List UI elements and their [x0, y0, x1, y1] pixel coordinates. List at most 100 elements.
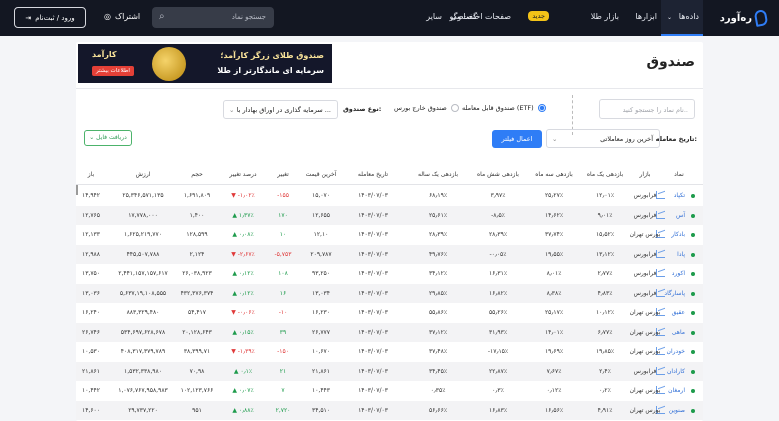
status-dot — [691, 408, 695, 413]
radio-etf[interactable]: صندوق قابل معامله (ETF) — [462, 104, 546, 112]
cell-price: ۱۰,۶۷۰ — [311, 348, 331, 355]
table-row[interactable]: پادا فرابورس ۱۳٫۱۲٪ ۱۹٫۵۵٪ -۰٫۰۵٪ ۴۹٫۷۶٪ ۱۴۰۳/… — [76, 244, 703, 264]
cell-market: فرابورس — [633, 250, 657, 258]
radio-otc-dot[interactable] — [450, 104, 459, 112]
subscription-label: اشتراک — [114, 12, 141, 21]
cell-volume: ۷۰,۹۸ — [189, 367, 205, 375]
nav-item-data[interactable]: داده‌ها — [679, 12, 699, 21]
column-header-2[interactable]: بازدهی یک ماه — [587, 171, 623, 178]
cell-m1: ۴٫۸۳٪ — [597, 289, 613, 297]
column-header-6[interactable]: تاریخ معامله — [358, 171, 388, 178]
symbol-link[interactable]: تکپاد — [674, 192, 685, 199]
cell-m6: ۰٫۳٪ — [492, 387, 504, 394]
table-row[interactable]: ماهی بورس تهران ۶٫۷۷٪ ۱۴٫۰۱٪ ۳۱٫۹۳٪ ۳۷٫۱۲٪ ۱۴۰… — [76, 322, 703, 342]
symbol-link[interactable]: صنوین — [669, 407, 685, 414]
cell-open: ۱۰,۴۴۲ — [81, 387, 101, 394]
cell-m3: ۰٫۱۲٪ — [546, 387, 562, 394]
column-header-7[interactable]: آخرین قیمت — [306, 171, 337, 178]
login-button[interactable]: ⇥ ورود / ثبت‌نام — [14, 7, 86, 28]
column-header-4[interactable]: بازدهی شش ماه — [477, 171, 519, 178]
chart-icon[interactable] — [656, 210, 665, 219]
cell-value: ۵,۶۳۷,۱۹,۱۰۸,۵۵۵ — [119, 289, 167, 297]
cell-y1: ۲۵٫۶۱٪ — [428, 211, 448, 219]
cell-open: ۱۴,۶۰۰ — [81, 406, 101, 414]
symbol-link[interactable]: اکورد — [672, 270, 685, 277]
cell-m6: ۳۱٫۹۳٪ — [488, 328, 508, 336]
table-row[interactable]: اکورد فرابورس ۲٫۷۷٪ ۸٫۰۱٪ ۱۶٫۳۱٪ ۳۴٫۱۲٪ ۱۴۰۳/۰… — [76, 264, 703, 284]
column-header-3[interactable]: بازدهی سه ماه — [535, 171, 572, 178]
column-header-8[interactable]: تغییر — [277, 171, 289, 178]
nav-item-other[interactable]: سایر — [426, 12, 442, 21]
page-title: صندوق — [646, 54, 695, 70]
divider — [76, 88, 703, 89]
table-row[interactable]: خودران بورس تهران ۱۹٫۸۵٪ ۱۹٫۶۹٪ -۱۷٫۱۵٪ ۳۷٫۴۸… — [76, 342, 703, 362]
ad-banner[interactable]: کارآمد اطلاعات بیشتر صندوق طلای زرگر کار… — [78, 44, 332, 83]
column-header-0[interactable]: نماد — [674, 171, 684, 178]
symbol-link[interactable]: ارمغان — [668, 387, 685, 394]
symbol-link[interactable]: عقیق — [672, 309, 685, 316]
cell-y1: ۲۹٫۸۵٪ — [428, 289, 448, 297]
nav-item-chat[interactable]: گفت‌وگو — [449, 12, 477, 21]
symbol-link[interactable]: خودران — [667, 348, 685, 355]
symbol-link[interactable]: کارادان — [667, 368, 685, 375]
table-row[interactable]: صنوین بورس تهران ۴٫۹۱٪ ۱۶٫۵۶٪ ۱۶٫۸۳٪ ۵۶٫۶۶٪ ۱۴… — [76, 400, 703, 420]
status-dot — [691, 389, 695, 393]
column-header-5[interactable]: بازدهی یک ساله — [418, 171, 458, 178]
cell-pct: ▲ ۰٫۱۲٪ — [232, 270, 254, 277]
chart-icon[interactable] — [656, 191, 665, 199]
cell-change: ۱۰۸ — [278, 270, 288, 277]
symbol-link[interactable]: پاسارگاد — [664, 290, 685, 297]
symbol-search-input[interactable]: ⌕ جستجو نماد — [152, 7, 274, 28]
banner-cta[interactable]: اطلاعات بیشتر — [92, 66, 134, 76]
symbol-link[interactable]: آس — [676, 212, 685, 219]
cell-volume: ۲۶,۰۳۸,۹۲۳ — [182, 270, 212, 277]
fund-search-input[interactable]: نام نماد را جستجو کنید.. — [599, 99, 695, 119]
status-dot — [691, 311, 695, 315]
subscription-button[interactable]: ◎ اشتراک — [104, 12, 140, 21]
table-row[interactable]: ارمغان بورس تهران ۰٫۲٪ ۰٫۱۲٪ ۰٫۳٪ ۰٫۳۵٪ ۱۴۰۳/۰… — [76, 381, 703, 401]
cell-m6: -۰٫۰۵٪ — [489, 250, 507, 258]
cell-y1: ۵۵٫۸۶٪ — [428, 309, 448, 316]
table-row[interactable]: کارادان فرابورس ۲٫۴٪ ۷٫۶۷٪ ۲۲٫۸۷٪ ۳۴٫۴۵٪ ۱۴۰۳/… — [76, 361, 703, 381]
site-logo[interactable]: ره‌آورد — [720, 8, 769, 28]
cell-pct: ▼ -۱٫۰۲٪ — [231, 192, 255, 199]
apply-filter-button[interactable]: اعمال فیلتر — [492, 130, 542, 148]
login-label: ورود / ثبت‌نام — [35, 13, 75, 22]
cell-m6: -۱۷٫۱۵٪ — [487, 348, 509, 355]
column-header-11[interactable]: ارزش — [136, 171, 151, 178]
cell-m1: ۶٫۷۷٪ — [597, 328, 613, 336]
chart-icon[interactable] — [656, 269, 665, 277]
radio-etf-dot[interactable] — [537, 104, 546, 112]
cell-price: ۱۳,۰۳۴ — [311, 289, 331, 297]
nav-item-tools[interactable]: ابزارها — [635, 12, 657, 21]
column-header-10[interactable]: حجم — [191, 171, 203, 178]
status-dot — [691, 369, 695, 374]
column-header-1[interactable]: بازار — [640, 171, 651, 178]
table-header: نماد بازار بازدهی یک ماه بازدهی سه ماه بازده… — [76, 163, 703, 185]
table-row[interactable]: پاسارگاد فرابورس ۴٫۸۳٪ ۸٫۳۸٪ ۱۶٫۸۲٪ ۲۹٫۸۵٪ ۱۴۰… — [76, 283, 703, 303]
trade-date-select[interactable]: ⌄ آخرین روز معاملاتی — [546, 129, 660, 148]
symbol-link[interactable]: پادا — [677, 251, 685, 258]
cell-y1: ۳۷٫۴۸٪ — [428, 348, 448, 355]
chart-icon[interactable] — [656, 249, 665, 258]
cell-change: ۱۶ — [279, 289, 287, 297]
table-row[interactable]: بادکار بورس تهران ۱۵٫۵۲٪ ۳۷٫۷۴٪ ۲۸٫۳۹٪ ۲۸٫۳۹٪… — [76, 225, 703, 245]
cell-date: ۱۴۰۳/۰۷/۰۳ — [358, 367, 388, 375]
table-row[interactable]: تکپاد فرابورس ۱۲٫۰۱٪ ۲۵٫۲۷٪ ۳٫۹۷٪ ۶۸٫۱۹٪ ۱۴۰۳/… — [76, 186, 703, 206]
column-header-12[interactable]: باز — [88, 171, 94, 178]
table-row[interactable]: عقیق بورس تهران ۱۰٫۱۲٪ ۲۵٫۱۷٪ ۵۵٫۲۶٪ ۵۵٫۸۶٪ ۱۴… — [76, 303, 703, 323]
table-row[interactable]: آس فرابورس ۹٫۰۱٪ ۱۴٫۶۲٪ -۸٫۵٪ ۲۵٫۶۱٪ ۱۴۰۳/۰۷/۰… — [76, 205, 703, 225]
chart-icon[interactable] — [656, 366, 665, 375]
fund-type-select[interactable]: ⌄ سرمایه گذاری در اوراق بهادار با ... — [223, 100, 338, 119]
symbol-link[interactable]: ماهی — [672, 329, 685, 336]
column-header-9[interactable]: درصد تغییر — [229, 171, 256, 178]
radio-otc[interactable]: صندوق خارج بورس — [394, 104, 459, 112]
cell-m3: ۱۴٫۰۱٪ — [544, 328, 564, 336]
symbol-link[interactable]: بادکار — [671, 231, 685, 238]
cell-m1: ۱۹٫۸۵٪ — [595, 348, 615, 355]
download-file-button[interactable]: ⌄ دریافت فایل — [84, 130, 132, 146]
cell-y1: ۳۴٫۱۲٪ — [428, 270, 448, 277]
fund-type-value: سرمایه گذاری در اوراق بهادار با ... — [236, 106, 331, 114]
nav-item-gold[interactable]: بازار طلا — [591, 12, 619, 21]
cell-market: فرابورس — [633, 270, 657, 277]
